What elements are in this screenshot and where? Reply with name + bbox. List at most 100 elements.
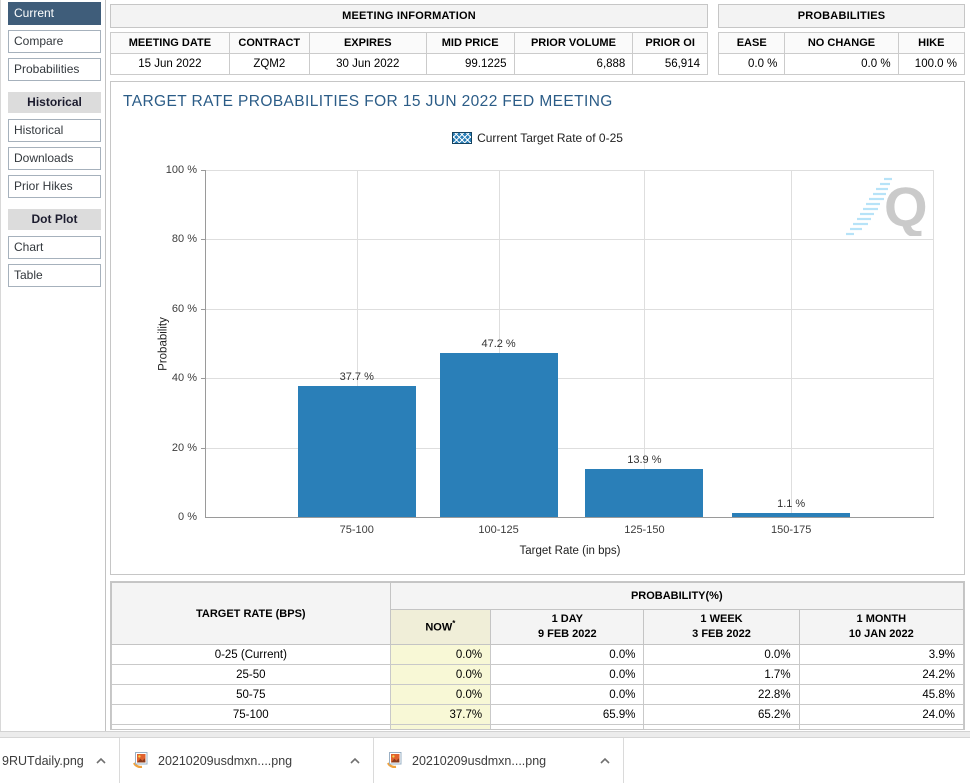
meeting-info-panel: MEETING INFORMATION MEETING DATE CONTRAC… — [110, 4, 708, 75]
x-tick-label: 125-150 — [624, 524, 664, 536]
probability-bar — [298, 386, 416, 517]
quikstrike-watermark-icon: Q — [844, 174, 930, 241]
hike-value: 100.0 % — [898, 54, 964, 75]
table-row: 50-75 0.0% 0.0% 22.8% 45.8% — [112, 685, 964, 705]
y-tick-label: 80 % — [137, 233, 197, 245]
expires-value: 30 Jun 2022 — [309, 54, 426, 75]
bar-group-150-175: 1.1 % — [732, 170, 850, 517]
table-row-clipped — [112, 725, 964, 731]
sidebar-item-probabilities[interactable]: Probabilities — [8, 58, 101, 81]
download-item[interactable]: 20210209usdmxn....png — [374, 738, 624, 783]
sidebar-section-historical: Historical — [8, 92, 101, 113]
chevron-up-icon[interactable] — [95, 757, 107, 765]
col-contract: CONTRACT — [229, 33, 309, 54]
month1-value: 24.2% — [799, 665, 963, 685]
table-row: 25-50 0.0% 0.0% 1.7% 24.2% — [112, 665, 964, 685]
y-tick-label: 60 % — [137, 303, 197, 315]
sidebar-item-compare[interactable]: Compare — [8, 30, 101, 53]
meeting-info-table: MEETING DATE CONTRACT EXPIRES MID PRICE … — [110, 32, 708, 75]
y-tick-label: 40 % — [137, 372, 197, 384]
sidebar-item-chart[interactable]: Chart — [8, 236, 101, 259]
week1-value: 22.8% — [644, 685, 799, 705]
day1-value: 0.0% — [491, 665, 644, 685]
probabilities-panel: PROBABILITIES EASE NO CHANGE HIKE 0.0 % … — [718, 4, 965, 75]
rate-range: 25-50 — [112, 665, 391, 685]
rate-table-group-header-row: TARGET RATE (BPS) PROBABILITY(%) — [112, 583, 964, 610]
image-file-icon — [132, 751, 149, 771]
download-item[interactable]: 9RUTdaily.png — [0, 738, 120, 783]
sidebar-item-current[interactable]: Current — [8, 2, 101, 25]
target-rate-bps-header: TARGET RATE (BPS) — [112, 583, 391, 645]
sidebar-item-prior-hikes[interactable]: Prior Hikes — [8, 175, 101, 198]
axis-tick — [201, 378, 206, 379]
now-value: 0.0% — [390, 645, 491, 665]
no-change-value: 0.0 % — [785, 54, 898, 75]
ease-value: 0.0 % — [719, 54, 785, 75]
col-no-change: NO CHANGE — [785, 33, 898, 54]
rate-range: 75-100 — [112, 705, 391, 725]
rate-probability-table: TARGET RATE (BPS) PROBABILITY(%) NOW* 1 … — [111, 582, 964, 730]
y-tick-label: 0 % — [137, 511, 197, 523]
col-meeting-date: MEETING DATE — [111, 33, 230, 54]
month1-value: 45.8% — [799, 685, 963, 705]
gridline — [933, 170, 934, 517]
sidebar-item-table[interactable]: Table — [8, 264, 101, 287]
day1-value: 65.9% — [491, 705, 644, 725]
col-1-day: 1 DAY9 FEB 2022 — [491, 610, 644, 645]
now-value: 0.0% — [390, 665, 491, 685]
main-content: MEETING INFORMATION MEETING DATE CONTRAC… — [110, 0, 965, 731]
legend-swatch-icon — [452, 132, 472, 144]
image-file-icon — [386, 751, 403, 771]
week1-value: 65.2% — [644, 705, 799, 725]
sidebar-section-dot-plot: Dot Plot — [8, 209, 101, 230]
prior-volume-value: 6,888 — [514, 54, 633, 75]
probabilities-title: PROBABILITIES — [718, 4, 965, 28]
download-filename: 20210209usdmxn....png — [412, 754, 546, 768]
bar-value-label: 13.9 % — [627, 454, 661, 466]
now-value: 37.7% — [390, 705, 491, 725]
download-item[interactable]: 20210209usdmxn....png — [120, 738, 374, 783]
bar-value-label: 47.2 % — [481, 338, 515, 350]
week1-value: 0.0% — [644, 645, 799, 665]
col-now: NOW* — [390, 610, 491, 645]
x-tick-label: 100-125 — [478, 524, 518, 536]
bar-value-label: 37.7 % — [340, 371, 374, 383]
svg-text:Q: Q — [884, 175, 928, 236]
x-tick-label: 75-100 — [340, 524, 374, 536]
rate-range: 50-75 — [112, 685, 391, 705]
now-value: 0.0% — [390, 685, 491, 705]
sidebar: Current Compare Probabilities Historical… — [0, 0, 106, 731]
sidebar-item-historical[interactable]: Historical — [8, 119, 101, 142]
col-mid-price: MID PRICE — [426, 33, 514, 54]
summary-row: MEETING INFORMATION MEETING DATE CONTRAC… — [110, 4, 965, 75]
day1-value: 0.0% — [491, 645, 644, 665]
mid-price-value: 99.1225 — [426, 54, 514, 75]
week1-value: 1.7% — [644, 665, 799, 685]
probabilities-data-row: 0.0 % 0.0 % 100.0 % — [719, 54, 965, 75]
meeting-info-title: MEETING INFORMATION — [110, 4, 708, 28]
bar-group-100-125: 47.2 % — [440, 170, 558, 517]
chart-title: TARGET RATE PROBABILITIES FOR 15 JUN 202… — [123, 93, 613, 111]
legend-label: Current Target Rate of 0-25 — [477, 131, 623, 145]
axis-tick — [201, 309, 206, 310]
chevron-up-icon[interactable] — [349, 757, 361, 765]
axis-tick — [201, 448, 206, 449]
chevron-up-icon[interactable] — [599, 757, 611, 765]
table-row: 75-100 37.7% 65.9% 65.2% 24.0% — [112, 705, 964, 725]
probability-pct-header: PROBABILITY(%) — [390, 583, 963, 610]
axis-tick — [201, 239, 206, 240]
col-expires: EXPIRES — [309, 33, 426, 54]
rate-probability-table-panel: TARGET RATE (BPS) PROBABILITY(%) NOW* 1 … — [110, 581, 965, 730]
col-1-month: 1 MONTH10 JAN 2022 — [799, 610, 963, 645]
x-axis-title: Target Rate (in bps) — [520, 545, 621, 557]
sidebar-item-downloads[interactable]: Downloads — [8, 147, 101, 170]
meeting-info-header-row: MEETING DATE CONTRACT EXPIRES MID PRICE … — [111, 33, 708, 54]
contract-value: ZQM2 — [229, 54, 309, 75]
probability-bar — [440, 353, 558, 517]
y-tick-label: 100 % — [137, 164, 197, 176]
bar-group-125-150: 13.9 % — [585, 170, 703, 517]
table-row: 0-25 (Current) 0.0% 0.0% 0.0% 3.9% — [112, 645, 964, 665]
col-hike: HIKE — [898, 33, 964, 54]
col-1-week: 1 WEEK3 FEB 2022 — [644, 610, 799, 645]
y-tick-label: 20 % — [137, 442, 197, 454]
